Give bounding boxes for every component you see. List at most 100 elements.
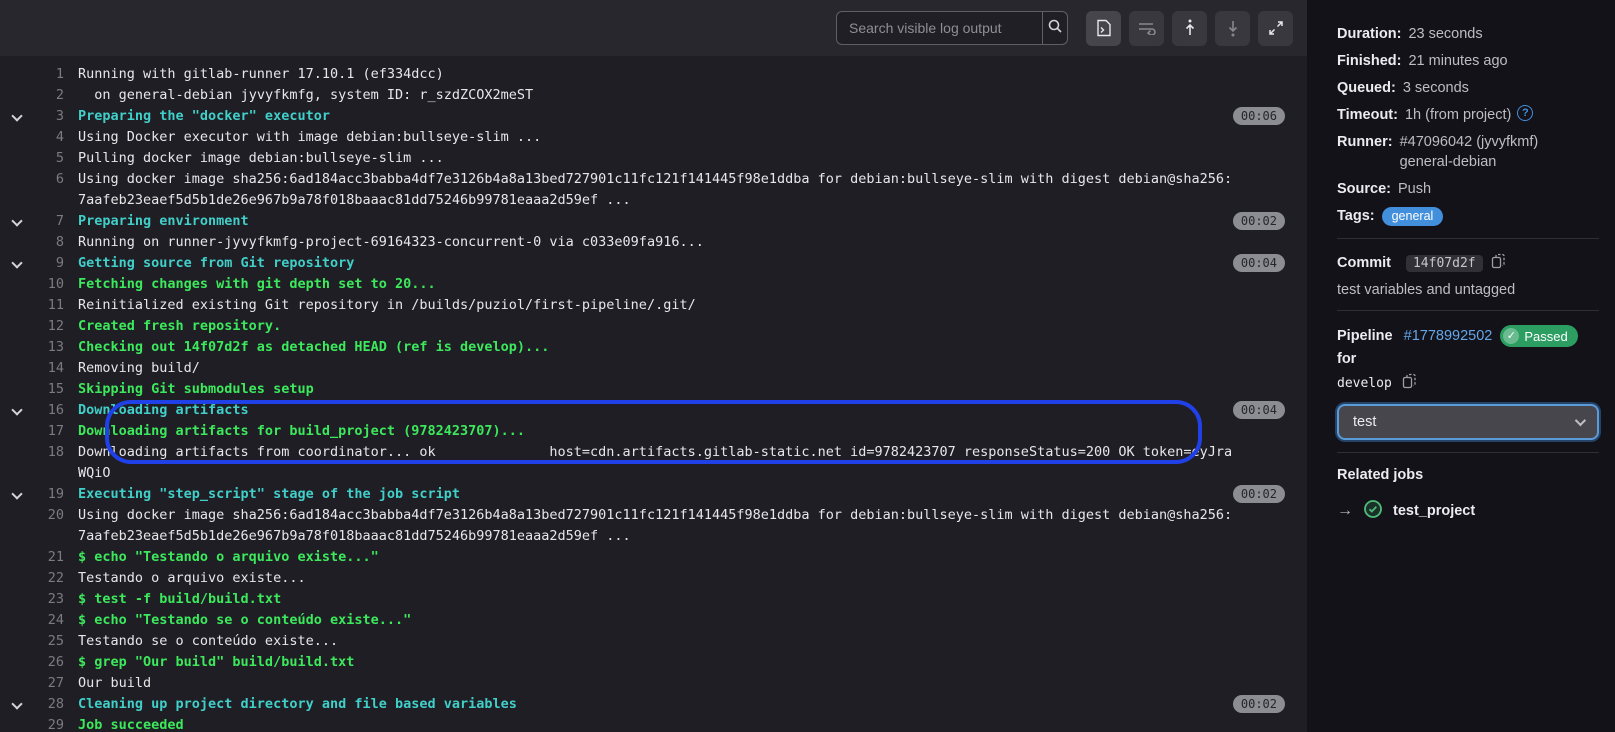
log-line: 12Created fresh repository.	[0, 316, 1307, 337]
line-number[interactable]: 26	[34, 652, 64, 673]
line-number[interactable]: 23	[34, 589, 64, 610]
log-line: 24$ echo "Testando se o conteúdo existe.…	[0, 610, 1307, 631]
section-header-text[interactable]: Preparing environment	[78, 211, 1235, 232]
section-header-text[interactable]: Cleaning up project directory and file b…	[78, 694, 1235, 715]
show-raw-log-button[interactable]	[1086, 11, 1121, 46]
wrap-lines-icon	[1138, 21, 1156, 35]
line-number[interactable]: 22	[34, 568, 64, 589]
collapse-section-button[interactable]	[0, 106, 34, 120]
commit-sha[interactable]: 14f07d2f	[1406, 255, 1483, 272]
pipeline-label: Pipeline	[1337, 328, 1393, 344]
collapse-section-button[interactable]	[0, 694, 34, 708]
line-number[interactable]: 13	[34, 337, 64, 358]
pipeline-link[interactable]: #1778992502	[1404, 328, 1493, 344]
log-text: Running on runner-jyvyfkmfg-project-6916…	[78, 232, 1235, 253]
file-terminal-icon	[1096, 19, 1112, 37]
line-number[interactable]: 17	[34, 421, 64, 442]
line-number[interactable]: 21	[34, 547, 64, 568]
line-number[interactable]: 25	[34, 631, 64, 652]
log-line: 18Downloading artifacts from coordinator…	[0, 442, 1307, 484]
tag-badge[interactable]: general	[1382, 207, 1444, 226]
section-header-text[interactable]: Executing "step_script" stage of the job…	[78, 484, 1235, 505]
line-number[interactable]: 12	[34, 316, 64, 337]
line-number[interactable]: 15	[34, 379, 64, 400]
log-text: Running with gitlab-runner 17.10.1 (ef33…	[78, 64, 1235, 85]
detail-value: #47096042 (jyvyfkmf) general-debian	[1400, 132, 1539, 172]
line-number[interactable]: 7	[34, 211, 64, 232]
line-number[interactable]: 20	[34, 505, 64, 526]
line-number[interactable]: 4	[34, 127, 64, 148]
detail-value: 23 seconds	[1408, 24, 1482, 44]
copy-ref-button[interactable]	[1402, 373, 1417, 397]
log-line: 8 Running on runner-jyvyfkmfg-project-691…	[0, 232, 1307, 253]
pipeline-status-badge[interactable]: ✓ Passed	[1500, 325, 1577, 347]
search-button[interactable]	[1042, 12, 1067, 44]
log-line: 4Using Docker executor with image debian…	[0, 127, 1307, 148]
detail-label: Runner:	[1337, 132, 1393, 172]
collapse-section-button[interactable]	[0, 253, 34, 267]
search-input[interactable]	[837, 12, 1042, 44]
help-icon[interactable]: ?	[1517, 105, 1533, 121]
stage-dropdown[interactable]: test	[1337, 404, 1599, 440]
line-number[interactable]: 28	[34, 694, 64, 715]
section-header-text[interactable]: Downloading artifacts	[78, 400, 1235, 421]
chevron-down-icon	[11, 257, 22, 268]
line-number[interactable]: 14	[34, 358, 64, 379]
pipeline-ref[interactable]: develop	[1337, 376, 1392, 391]
line-number[interactable]: 8	[34, 232, 64, 253]
chevron-spacer	[0, 85, 34, 91]
chevron-spacer	[0, 568, 34, 574]
line-number[interactable]: 11	[34, 295, 64, 316]
section-duration-badge: 00:02	[1233, 695, 1285, 713]
line-number[interactable]: 1	[34, 64, 64, 85]
detail-label: Duration:	[1337, 24, 1401, 44]
arrow-right-icon: →	[1337, 502, 1353, 520]
section-duration-badge: 00:04	[1233, 401, 1285, 419]
log-line: 29Job succeeded	[0, 715, 1307, 732]
chevron-spacer	[0, 148, 34, 154]
copy-icon	[1491, 253, 1506, 273]
chevron-down-icon	[1575, 415, 1586, 426]
line-number[interactable]: 19	[34, 484, 64, 505]
scroll-to-bottom-button[interactable]	[1215, 11, 1250, 46]
chevron-spacer	[0, 337, 34, 343]
line-number[interactable]: 6	[34, 169, 64, 190]
stage-dropdown-value: test	[1353, 414, 1376, 430]
collapse-section-button[interactable]	[0, 211, 34, 225]
section-duration-badge: 00:04	[1233, 254, 1285, 272]
line-number[interactable]: 3	[34, 106, 64, 127]
chevron-spacer	[0, 64, 34, 70]
collapse-section-button[interactable]	[0, 484, 34, 498]
line-number[interactable]: 2	[34, 85, 64, 106]
chevron-spacer	[0, 505, 34, 511]
fullscreen-button[interactable]	[1258, 11, 1293, 46]
section-header-text[interactable]: Getting source from Git repository	[78, 253, 1235, 274]
chevron-down-icon	[11, 698, 22, 709]
line-number[interactable]: 10	[34, 274, 64, 295]
line-number[interactable]: 27	[34, 673, 64, 694]
related-job-item[interactable]: →test_project	[1337, 499, 1599, 523]
section-header-text[interactable]: Preparing the "docker" executor	[78, 106, 1235, 127]
detail-value: 3 seconds	[1403, 78, 1469, 98]
line-number[interactable]: 5	[34, 148, 64, 169]
line-number[interactable]: 24	[34, 610, 64, 631]
collapse-section-button[interactable]	[0, 400, 34, 414]
scroll-to-top-button[interactable]	[1172, 11, 1207, 46]
log-toolbar	[0, 0, 1307, 56]
log-line: 11Reinitialized existing Git repository …	[0, 295, 1307, 316]
copy-commit-button[interactable]	[1491, 253, 1506, 273]
log-line: 25Testando se o conteúdo existe...	[0, 631, 1307, 652]
line-number[interactable]: 18	[34, 442, 64, 463]
log-line: 3Preparing the "docker" executor00:06	[0, 106, 1307, 127]
chevron-spacer	[0, 421, 34, 427]
log-panel: 1 Running with gitlab-runner 17.10.1 (ef3…	[0, 0, 1307, 732]
wrap-lines-button[interactable]	[1129, 11, 1164, 46]
log-text: Using docker image sha256:6ad184acc3babb…	[78, 505, 1235, 547]
line-number[interactable]: 16	[34, 400, 64, 421]
chevron-down-icon	[11, 488, 22, 499]
scroll-bottom-icon	[1226, 19, 1240, 37]
line-number[interactable]: 29	[34, 715, 64, 732]
line-number[interactable]: 9	[34, 253, 64, 274]
chevron-spacer	[0, 316, 34, 322]
pipeline-info: Pipeline #1778992502 ✓ Passed for develo…	[1337, 325, 1599, 395]
